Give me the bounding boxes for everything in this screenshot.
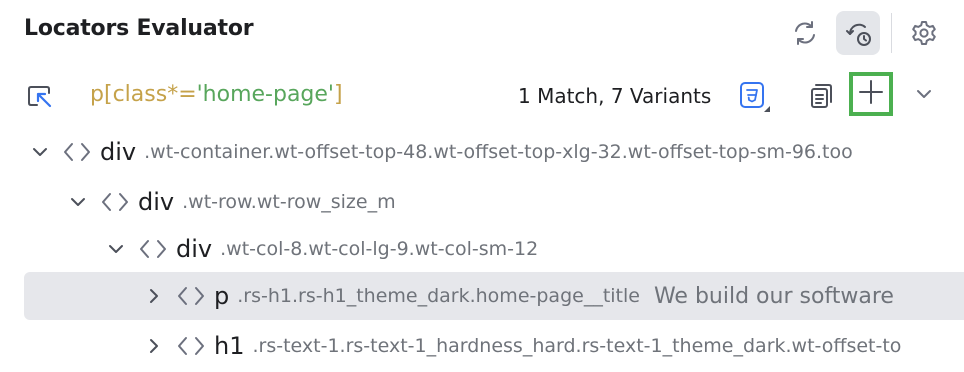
add-button[interactable] [849, 72, 893, 116]
locator-close-bracket: ] [333, 82, 343, 107]
tree-node[interactable]: div .wt-row.wt-row_size_m [66, 178, 396, 226]
locator-attribute: class [112, 82, 168, 107]
tree-node-selected[interactable]: p .rs-h1.rs-h1_theme_dark.home-page__tit… [24, 272, 964, 320]
code-tag-icon [62, 140, 92, 164]
node-classes: .wt-col-8.wt-col-lg-9.wt-col-sm-12 [220, 238, 539, 260]
chevron-down-icon[interactable] [104, 237, 128, 261]
tree-node[interactable]: h1 .rs-text-1.rs-text-1_hardness_hard.rs… [142, 322, 901, 370]
code-tag-icon [176, 284, 206, 308]
locator-open-bracket: [ [103, 82, 113, 107]
node-tag: div [176, 235, 213, 263]
chevron-right-icon[interactable] [142, 334, 166, 358]
locator-value: 'home-page' [196, 82, 334, 107]
settings-icon [909, 18, 939, 48]
chevron-down-icon[interactable] [66, 190, 90, 214]
node-tag: h1 [214, 332, 245, 360]
match-summary: 1 Match, 7 Variants [518, 84, 712, 108]
toolbar-separator [891, 13, 892, 53]
copy-icon[interactable] [802, 78, 838, 114]
chevron-down-icon[interactable] [28, 140, 52, 164]
refresh-icon [790, 18, 820, 48]
settings-button[interactable] [902, 11, 946, 55]
node-tag: p [214, 282, 230, 310]
locator-input[interactable]: p[class*='home-page'] [90, 82, 343, 107]
tree-node[interactable]: div .wt-container.wt-offset-top-48.wt-of… [28, 128, 853, 176]
node-classes: .wt-container.wt-offset-top-48.wt-offset… [144, 141, 853, 163]
node-tag: div [100, 138, 137, 166]
refresh-button[interactable] [783, 11, 827, 55]
options-dropdown[interactable] [906, 78, 942, 114]
tree-node[interactable]: div .wt-col-8.wt-col-lg-9.wt-col-sm-12 [104, 225, 538, 273]
add-icon [857, 78, 885, 110]
css-icon[interactable] [738, 80, 772, 114]
chevron-down-icon [913, 83, 935, 109]
pick-element-icon[interactable] [22, 78, 58, 114]
node-classes: .rs-h1.rs-h1_theme_dark.home-page__title [237, 285, 640, 307]
node-tag: div [138, 188, 175, 216]
node-classes: .wt-row.wt-row_size_m [182, 191, 396, 213]
code-tag-icon [176, 334, 206, 358]
locator-operator: *= [167, 82, 197, 107]
panel-title: Locators Evaluator [24, 16, 254, 41]
locator-bar: p[class*='home-page'] 1 Match, 7 Variant… [0, 72, 964, 120]
code-tag-icon [100, 190, 130, 214]
code-tag-icon [138, 237, 168, 261]
history-icon [843, 18, 873, 48]
node-text-preview: We build our software [653, 283, 894, 309]
chevron-right-icon[interactable] [142, 284, 166, 308]
history-button[interactable] [836, 11, 880, 55]
node-classes: .rs-text-1.rs-text-1_hardness_hard.rs-te… [252, 335, 902, 357]
locator-tag: p [90, 82, 104, 107]
